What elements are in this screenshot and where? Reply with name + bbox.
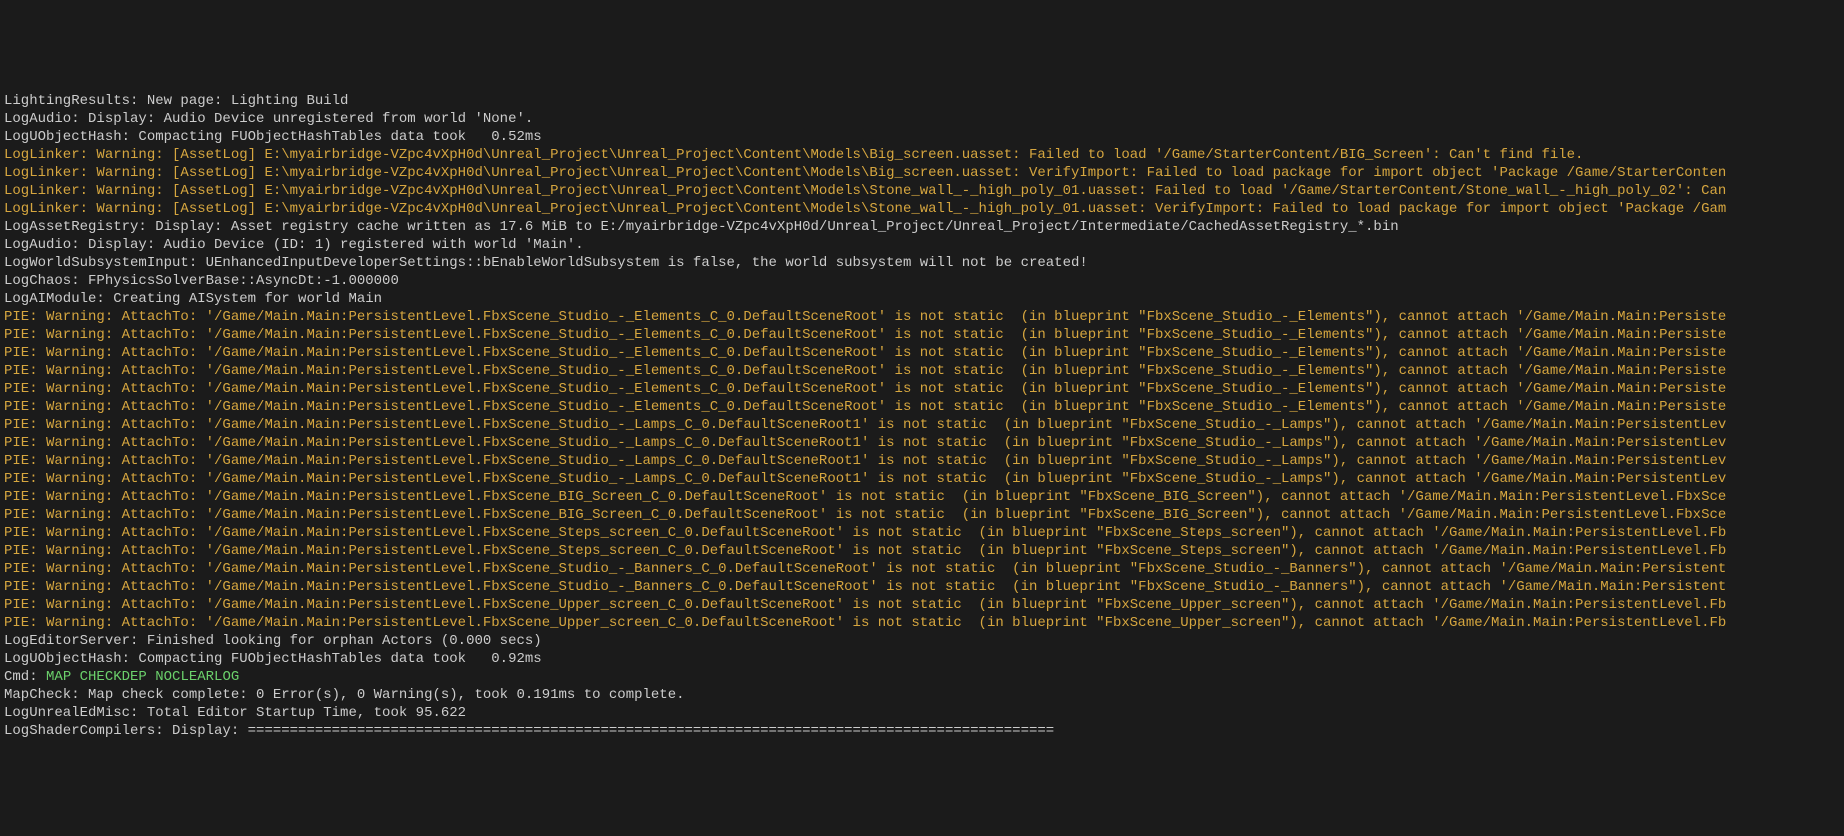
log-line: LogAudio: Display: Audio Device unregist… bbox=[4, 110, 1840, 128]
log-line: LogShaderCompilers: Display: ===========… bbox=[4, 722, 1840, 740]
log-line: LogAudio: Display: Audio Device (ID: 1) … bbox=[4, 236, 1840, 254]
log-line: PIE: Warning: AttachTo: '/Game/Main.Main… bbox=[4, 506, 1840, 524]
log-line: PIE: Warning: AttachTo: '/Game/Main.Main… bbox=[4, 308, 1840, 326]
log-line: PIE: Warning: AttachTo: '/Game/Main.Main… bbox=[4, 470, 1840, 488]
log-line: PIE: Warning: AttachTo: '/Game/Main.Main… bbox=[4, 362, 1840, 380]
log-line: PIE: Warning: AttachTo: '/Game/Main.Main… bbox=[4, 578, 1840, 596]
cmd-prefix: Cmd: bbox=[4, 669, 46, 685]
output-log[interactable]: LightingResults: New page: Lighting Buil… bbox=[0, 90, 1844, 746]
log-line: LogUObjectHash: Compacting FUObjectHashT… bbox=[4, 650, 1840, 668]
log-line: LogAIModule: Creating AISystem for world… bbox=[4, 290, 1840, 308]
log-line: PIE: Warning: AttachTo: '/Game/Main.Main… bbox=[4, 542, 1840, 560]
log-line: MapCheck: Map check complete: 0 Error(s)… bbox=[4, 686, 1840, 704]
log-line: PIE: Warning: AttachTo: '/Game/Main.Main… bbox=[4, 344, 1840, 362]
log-line: PIE: Warning: AttachTo: '/Game/Main.Main… bbox=[4, 434, 1840, 452]
log-line: PIE: Warning: AttachTo: '/Game/Main.Main… bbox=[4, 524, 1840, 542]
log-line: LogUObjectHash: Compacting FUObjectHashT… bbox=[4, 128, 1840, 146]
log-line: PIE: Warning: AttachTo: '/Game/Main.Main… bbox=[4, 416, 1840, 434]
log-line: PIE: Warning: AttachTo: '/Game/Main.Main… bbox=[4, 398, 1840, 416]
log-line: LogWorldSubsystemInput: UEnhancedInputDe… bbox=[4, 254, 1840, 272]
log-line: LogChaos: FPhysicsSolverBase::AsyncDt:-1… bbox=[4, 272, 1840, 290]
log-line: LogLinker: Warning: [AssetLog] E:\myairb… bbox=[4, 146, 1840, 164]
log-line: LogAssetRegistry: Display: Asset registr… bbox=[4, 218, 1840, 236]
log-line: PIE: Warning: AttachTo: '/Game/Main.Main… bbox=[4, 452, 1840, 470]
log-line: LogLinker: Warning: [AssetLog] E:\myairb… bbox=[4, 182, 1840, 200]
log-line: PIE: Warning: AttachTo: '/Game/Main.Main… bbox=[4, 596, 1840, 614]
log-line: PIE: Warning: AttachTo: '/Game/Main.Main… bbox=[4, 380, 1840, 398]
cmd-text: MAP CHECKDEP NOCLEARLOG bbox=[46, 669, 239, 685]
log-line: LogLinker: Warning: [AssetLog] E:\myairb… bbox=[4, 164, 1840, 182]
log-line: PIE: Warning: AttachTo: '/Game/Main.Main… bbox=[4, 488, 1840, 506]
log-line: PIE: Warning: AttachTo: '/Game/Main.Main… bbox=[4, 614, 1840, 632]
log-line: LogUnrealEdMisc: Total Editor Startup Ti… bbox=[4, 704, 1840, 722]
log-line: LogEditorServer: Finished looking for or… bbox=[4, 632, 1840, 650]
log-line: PIE: Warning: AttachTo: '/Game/Main.Main… bbox=[4, 326, 1840, 344]
log-line: PIE: Warning: AttachTo: '/Game/Main.Main… bbox=[4, 560, 1840, 578]
log-line: LightingResults: New page: Lighting Buil… bbox=[4, 92, 1840, 110]
log-line: LogLinker: Warning: [AssetLog] E:\myairb… bbox=[4, 200, 1840, 218]
log-line: Cmd: MAP CHECKDEP NOCLEARLOG bbox=[4, 668, 1840, 686]
